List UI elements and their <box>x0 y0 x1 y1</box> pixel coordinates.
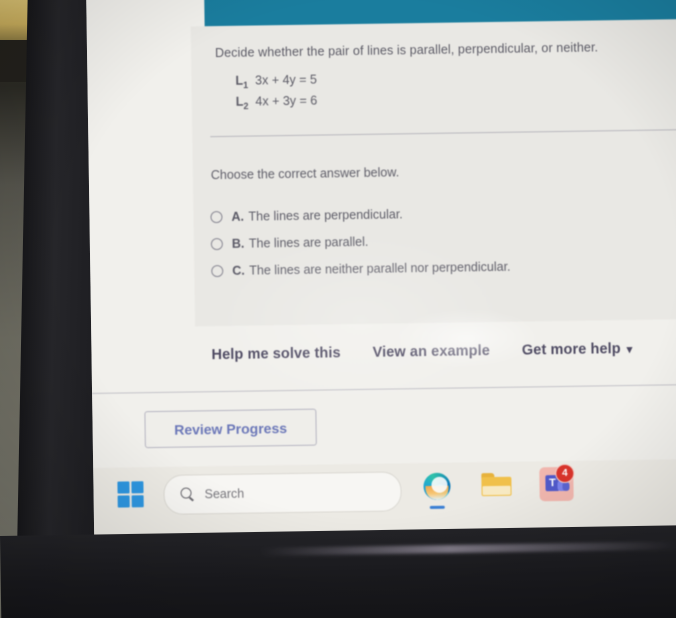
answer-options-group: A. The lines are perpendicular. B. The l… <box>210 196 676 284</box>
equation-expression: 4x + 3y = 6 <box>255 93 318 108</box>
option-label-a: The lines are perpendicular. <box>248 206 403 224</box>
equation-expression: 3x + 4y = 5 <box>255 72 318 88</box>
inactive-app-indicator <box>489 505 504 508</box>
option-label-b: The lines are parallel. <box>248 234 369 251</box>
option-label-c: The lines are neither parallel nor perpe… <box>249 259 511 278</box>
teams-notification-badge: 4 <box>555 463 575 484</box>
taskbar-app-icons: T 4 <box>415 463 578 514</box>
option-key-a: A. <box>231 209 245 224</box>
active-app-indicator <box>429 505 445 509</box>
taskbar-app-microsoft-teams[interactable]: T 4 <box>535 463 578 512</box>
view-an-example-link[interactable]: View an example <box>373 343 491 361</box>
background-yellow-object <box>0 0 30 40</box>
option-key-b: B. <box>231 236 245 251</box>
search-icon <box>180 487 194 501</box>
radio-button-c-icon[interactable] <box>211 264 224 277</box>
choose-answer-instruction: Choose the correct answer below. <box>210 165 400 183</box>
laptop-screen: Decide whether the pair of lines is para… <box>86 0 676 552</box>
equation-label: L1 <box>235 73 249 91</box>
get-more-help-link[interactable]: Get more help ▾ <box>522 341 633 358</box>
photographed-laptop-scene: Decide whether the pair of lines is para… <box>0 0 676 618</box>
equation-row: L2 4x + 3y = 6 <box>236 93 318 111</box>
radio-button-a-icon[interactable] <box>210 210 223 223</box>
taskbar-app-file-explorer[interactable] <box>475 468 518 513</box>
equation-row: L1 3x + 4y = 5 <box>235 73 317 91</box>
edge-icon <box>422 472 451 500</box>
search-placeholder: Search <box>204 486 245 502</box>
folder-icon <box>481 472 512 497</box>
radio-button-b-icon[interactable] <box>210 237 223 250</box>
taskbar-app-microsoft-edge[interactable] <box>415 469 458 514</box>
equation-list: L1 3x + 4y = 5 L2 4x + 3y = 6 <box>235 73 317 115</box>
inactive-app-indicator <box>549 504 564 507</box>
option-key-c: C. <box>232 263 245 278</box>
help-me-solve-this-link[interactable]: Help me solve this <box>211 345 340 363</box>
search-input[interactable]: Search <box>163 471 402 515</box>
equation-label: L2 <box>235 94 249 111</box>
laptop-bezel-bottom <box>0 524 676 618</box>
windows-logo-icon[interactable] <box>117 481 144 508</box>
chevron-down-icon: ▾ <box>626 343 633 357</box>
review-progress-button[interactable]: Review Progress <box>144 408 317 449</box>
